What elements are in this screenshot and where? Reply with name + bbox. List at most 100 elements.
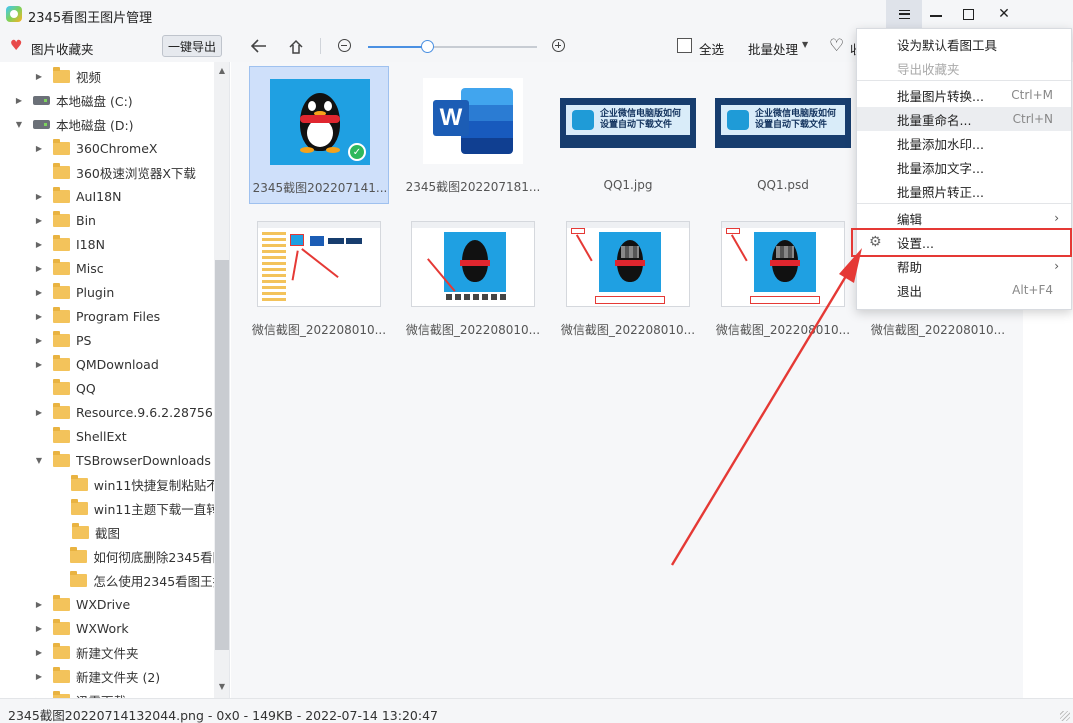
up-folder-icon[interactable] [287,36,305,56]
scroll-down-icon[interactable]: ▼ [214,682,229,691]
chevron-right-icon[interactable]: ▶ [14,96,24,105]
chevron-down-icon[interactable]: ▼ [34,456,44,465]
select-all-label[interactable]: 全选 [699,39,724,58]
tree-item-label: 迅雷下载 [76,691,126,699]
zoom-in-icon[interactable] [552,39,565,52]
thumbnail-tile[interactable]: 企业微信电脑版如何 设置自动下载文件 QQ1.psd [713,66,853,204]
tree-item[interactable]: 怎么使用2345看图王把图 [53,568,214,592]
tree-item-label: ShellExt [76,428,127,444]
scroll-up-icon[interactable]: ▲ [214,66,229,75]
chevron-right-icon[interactable]: ▶ [34,288,44,297]
chevron-right-icon[interactable]: ▶ [34,264,44,273]
tree-item[interactable]: 360极速浏览器X下载 [34,160,196,184]
folder-icon [53,306,70,323]
tree-item[interactable]: ▶ 新建文件夹 (2) [34,664,160,688]
menu-item[interactable]: 批量图片转换... Ctrl+M [857,83,1071,107]
tree-item[interactable]: ▶ 本地磁盘 (C:) [14,88,133,112]
select-all-checkbox[interactable] [677,38,692,53]
tree-item[interactable]: ▶ 新建文件夹 [34,640,139,664]
menu-item[interactable]: 帮助 › [857,254,1071,278]
tree-item[interactable]: ▶ Program Files [34,304,160,328]
tree-item-label: 如何彻底删除2345看图王 [93,549,214,565]
heart-outline-icon[interactable]: ♡ [829,36,844,56]
thumbnail-tile[interactable]: 微信截图_202208010... [558,209,698,347]
chevron-right-icon[interactable]: ▶ [34,408,44,417]
app-logo-icon [6,6,22,22]
menu-item[interactable]: 退出 Alt+F4 [857,278,1071,302]
tree-item[interactable]: ▶ Misc [34,256,104,280]
menu-item[interactable]: 批量添加文字... [857,155,1071,179]
thumbnail-tile[interactable]: W 2345截图202207181... [403,66,543,204]
menu-item[interactable]: 批量重命名... Ctrl+N [857,107,1071,131]
tree-item[interactable]: 截图 [53,520,120,544]
favorites-link[interactable]: 图片收藏夹 [31,39,94,58]
chevron-right-icon[interactable]: ▶ [34,360,44,369]
thumbnail-tile[interactable]: 微信截图_202208010... [713,209,853,347]
tree-item[interactable]: ▶ AuI18N [34,184,121,208]
chevron-right-icon[interactable]: ▶ [34,648,44,657]
chevron-down-icon[interactable]: ▼ [14,120,24,129]
thumbnail-image [566,221,690,307]
tree-item[interactable]: ▶ 360ChromeX [34,136,157,160]
folder-icon [53,162,70,179]
tree-item[interactable]: ▶ WXWork [34,616,129,640]
maximize-button[interactable] [950,0,986,28]
tree-item[interactable]: ▶ 视频 [34,64,101,88]
menu-item[interactable]: 批量照片转正... [857,179,1071,203]
status-text: 2345截图20220714132044.png - 0x0 - 149KB -… [8,708,438,723]
tree-item[interactable]: QQ [34,376,96,400]
chevron-right-icon: › [1054,211,1059,225]
chevron-right-icon[interactable]: ▶ [34,192,44,201]
thumbnail-tile[interactable]: 微信截图_202208010... [403,209,543,347]
tree-item[interactable]: ▶ Plugin [34,280,114,304]
thumbnail-tile[interactable]: 微信截图_202208010... [249,209,389,347]
sidebar-scroll-thumb[interactable] [215,260,229,650]
zoom-slider[interactable] [368,40,537,53]
folder-icon [53,354,70,371]
tree-item[interactable]: ShellExt [34,424,127,448]
thumbnail-filename: 微信截图_202208010... [715,323,851,337]
close-button[interactable]: ✕ [986,0,1022,28]
zoom-slider-fill [368,46,427,48]
chevron-right-icon[interactable]: ▶ [34,336,44,345]
tree-item[interactable]: ▶ Bin [34,208,96,232]
main-menu-button[interactable] [886,0,922,28]
tree-item[interactable]: ▶ I18N [34,232,105,256]
menu-item-label: 退出 [897,283,923,299]
menu-item[interactable]: 设为默认看图工具 [857,32,1071,56]
export-button[interactable]: 一键导出 [162,35,222,57]
tree-item[interactable]: ▼ 本地磁盘 (D:) [14,112,134,136]
tree-item-label: 新建文件夹 (2) [76,669,161,685]
tree-item[interactable]: ▼ TSBrowserDownloads [34,448,211,472]
batch-process-dropdown[interactable]: 批量处理 [748,39,798,58]
thumbnail-tile[interactable]: 企业微信电脑版如何 设置自动下载文件 QQ1.jpg [558,66,698,204]
chevron-right-icon[interactable]: ▶ [34,600,44,609]
tree-item[interactable]: ▶ Resource.9.6.2.28756 [34,400,213,424]
tree-item-label: Program Files [76,308,161,324]
chevron-right-icon[interactable]: ▶ [34,216,44,225]
thumbnail-tile[interactable]: ✓ 2345截图202207141... [249,66,389,204]
tree-item[interactable]: ▶ WXDrive [34,592,130,616]
minimize-button[interactable] [918,0,954,28]
tree-item[interactable]: win11快捷复制粘贴不能 [53,472,214,496]
chevron-right-icon[interactable]: ▶ [34,240,44,249]
tree-item[interactable]: ▶迅雷下载 [34,688,126,698]
caret-down-icon[interactable]: ▼ [802,40,808,49]
heart-filled-icon[interactable]: ♥ [10,39,23,53]
resize-grip[interactable] [1060,711,1070,721]
chevron-right-icon[interactable]: ▶ [34,624,44,633]
chevron-right-icon[interactable]: ▶ [34,672,44,681]
chevron-right-icon[interactable]: ▶ [34,312,44,321]
tree-item[interactable]: win11主题下载一直转圈 [53,496,214,520]
tree-item-label: Plugin [76,284,115,300]
tree-item[interactable]: 如何彻底删除2345看图王 [53,544,214,568]
chevron-right-icon[interactable]: ▶ [34,144,44,153]
zoom-slider-thumb[interactable] [421,40,434,53]
tree-item[interactable]: ▶ QMDownload [34,352,159,376]
zoom-out-icon[interactable] [338,39,351,52]
menu-item[interactable]: 批量添加水印... [857,131,1071,155]
tree-item[interactable]: ▶ PS [34,328,91,352]
chevron-right-icon[interactable]: ▶ [34,72,44,81]
menu-item[interactable]: 编辑 › [857,206,1071,230]
back-arrow-icon[interactable] [250,36,268,56]
